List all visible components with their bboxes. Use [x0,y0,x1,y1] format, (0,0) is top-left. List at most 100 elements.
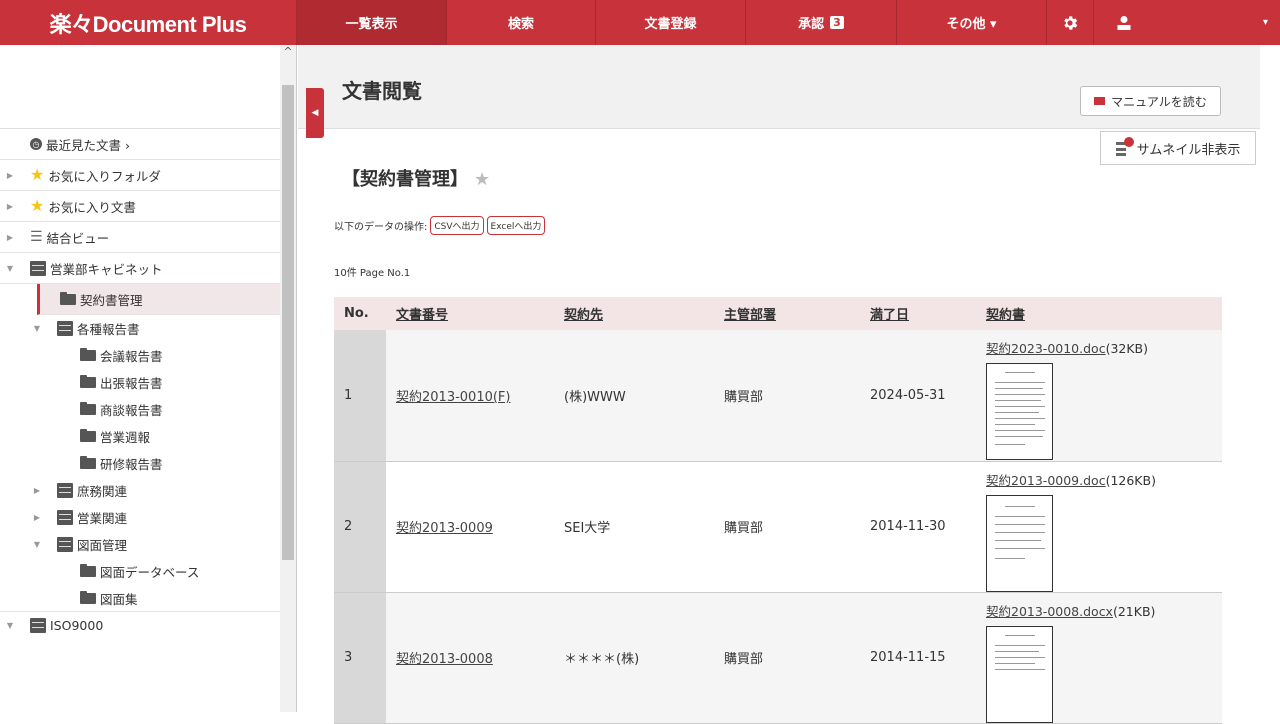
col-dept[interactable]: 主管部署 [714,297,860,330]
table-row[interactable]: 2 契約2013-0009 SEI大学 購買部 2014-11-30 契約201… [334,461,1222,593]
collapse-icon[interactable]: ▼ [31,540,43,549]
thumbnail-toggle-button[interactable]: サムネイル非表示 [1100,131,1256,165]
main-nav: 一覧表示 検索 文書登録 承認 3 その他 ▾ [297,0,1047,45]
folder-icon [80,590,96,604]
doc-no-link[interactable]: 契約2013-0009 [396,521,493,536]
nav-search[interactable]: 検索 [447,0,596,45]
table-row[interactable]: 1 契約2013-0010(F) (株)WWW 購買部 2024-05-31 契… [334,330,1222,462]
expand-icon[interactable]: ▶ [31,513,43,522]
nav-approval[interactable]: 承認 3 [746,0,897,45]
scroll-up-arrow[interactable]: ^ [280,45,296,63]
page-info: 10件 Page No.1 [334,268,411,279]
dept-cell: 購買部 [714,461,860,593]
party-cell: (株)WWW [554,330,714,462]
collapse-icon[interactable]: ▼ [4,621,16,630]
top-bar: 楽々Document Plus 一覧表示 検索 文書登録 承認 3 その他 ▾ ▾ [0,0,1280,45]
sidebar-item-meeting-report[interactable]: 会議報告書 [0,342,280,369]
sidebar-item-reports[interactable]: ▼ 各種報告書 [0,315,280,342]
sidebar-header-space [0,45,296,129]
nav-register[interactable]: 文書登録 [596,0,746,45]
sidebar-item-iso[interactable]: ▼ ISO9000 [0,612,280,639]
sidebar-item-fav-doc[interactable]: ▶ ★ お気に入り文書 [0,191,280,222]
folder-icon [60,291,76,305]
file-cell: 契約2013-0008.docx(21KB) [976,592,1222,724]
user-icon [1117,15,1131,30]
sidebar-item-sales-related[interactable]: ▶ 営業関連 [0,504,280,531]
row-no: 1 [334,330,386,462]
row-no: 2 [334,461,386,593]
sidebar-item-negotiation-report[interactable]: 商談報告書 [0,396,280,423]
sidebar-collapse-button[interactable]: ◀ [306,88,324,138]
sidebar-item-drawing-db[interactable]: 図面データベース [0,558,280,585]
chevron-down-icon: ▾ [1262,17,1268,28]
file-size: (32KB) [1105,341,1148,356]
data-operations: 以下のデータの操作: CSVへ出力 Excelへ出力 [334,216,546,235]
expand-icon[interactable]: ▶ [4,233,16,242]
col-expiry[interactable]: 満了日 [860,297,976,330]
col-doc-no[interactable]: 文書番号 [386,297,554,330]
file-link[interactable]: 契約2013-0008.docx [986,604,1113,619]
star-icon: ★ [30,196,45,215]
folder-icon [80,429,96,442]
party-cell: ＊＊＊＊(株) [554,592,714,724]
settings-button[interactable] [1047,0,1094,45]
sidebar-scrollbar[interactable]: ^ [280,45,296,712]
dept-cell: 購買部 [714,330,860,462]
nav-list-view[interactable]: 一覧表示 [297,0,447,45]
app-logo[interactable]: 楽々Document Plus [0,0,297,45]
document-table: No. 文書番号 契約先 主管部署 満了日 契約書 1 契約2013-0010(… [334,297,1222,724]
file-link[interactable]: 契約2023-0010.doc [986,341,1106,356]
sidebar-item-fav-folder[interactable]: ▶ ★ お気に入りフォルダ [0,160,280,191]
sidebar-item-sales-cabinet[interactable]: ▼ 営業部キャビネット [0,253,280,284]
doc-no-cell: 契約2013-0010(F) [386,330,554,462]
sidebar-item-recent[interactable]: ◷ 最近見た文書 › [0,129,280,160]
file-link-row: 契約2013-0009.doc(126KB) [986,470,1222,489]
sidebar-item-drawing-mgmt[interactable]: ▼ 図面管理 [0,531,280,558]
main-content: 文書閲覧 マニュアルを読む サムネイル非表示 【契約書管理】 ★ 以下のデータの操… [298,45,1260,724]
nav-other[interactable]: その他 ▾ [897,0,1047,45]
collapse-icon[interactable]: ▼ [4,264,16,273]
col-contract[interactable]: 契約書 [976,297,1222,330]
file-size: (21KB) [1112,603,1156,619]
cabinet-icon [57,483,73,498]
document-thumbnail[interactable] [986,494,1053,592]
scroll-thumb[interactable] [282,85,294,560]
col-party[interactable]: 契約先 [554,297,714,330]
sidebar-item-drawing-collection[interactable]: 図面集 [0,585,280,612]
manual-button[interactable]: マニュアルを読む [1080,86,1221,116]
sidebar-item-contract-mgmt[interactable]: 契約書管理 [37,284,280,315]
cabinet-icon [57,510,73,525]
file-link-row: 契約2023-0010.doc(32KB) [986,338,1222,357]
sidebar-item-training-report[interactable]: 研修報告書 [0,450,280,477]
user-menu[interactable]: ▾ [1094,0,1280,45]
expiry-cell: 2014-11-30 [860,461,976,593]
sidebar-item-combined-view[interactable]: ▶ ☰ 結合ビュー [0,222,280,253]
collapse-icon[interactable]: ▼ [31,324,43,333]
csv-export-button[interactable]: CSVへ出力 [430,216,484,235]
doc-no-cell: 契約2013-0008 [386,592,554,724]
book-icon [1094,97,1106,105]
clock-icon: ◷ [30,138,42,150]
cabinet-icon [30,260,46,276]
document-thumbnail[interactable] [986,363,1053,460]
main-header: 文書閲覧 マニュアルを読む [298,45,1260,129]
expand-icon[interactable]: ▶ [4,202,16,211]
doc-no-link[interactable]: 契約2013-0010(F) [396,390,510,405]
expiry-cell: 2014-11-15 [860,592,976,724]
expand-icon[interactable]: ▶ [31,486,43,495]
excel-export-button[interactable]: Excelへ出力 [486,216,546,235]
file-cell: 契約2023-0010.doc(32KB) [976,330,1222,462]
doc-no-link[interactable]: 契約2013-0008 [396,652,493,667]
sidebar-item-trip-report[interactable]: 出張報告書 [0,369,280,396]
sidebar-item-general-affairs[interactable]: ▶ 庶務関連 [0,477,280,504]
favorite-star-icon[interactable]: ★ [474,169,490,190]
sidebar-item-weekly-report[interactable]: 営業週報 [0,423,280,450]
col-no: No. [334,297,386,330]
table-row[interactable]: 3 契約2013-0008 ＊＊＊＊(株) 購買部 2014-11-15 契約2… [334,592,1222,724]
expand-icon[interactable]: ▶ [4,171,16,180]
file-link-row: 契約2013-0008.docx(21KB) [986,601,1222,620]
cabinet-icon [57,321,73,336]
document-thumbnail[interactable] [986,625,1053,723]
file-cell: 契約2013-0009.doc(126KB) [976,461,1222,593]
file-link[interactable]: 契約2013-0009.doc [986,473,1106,488]
